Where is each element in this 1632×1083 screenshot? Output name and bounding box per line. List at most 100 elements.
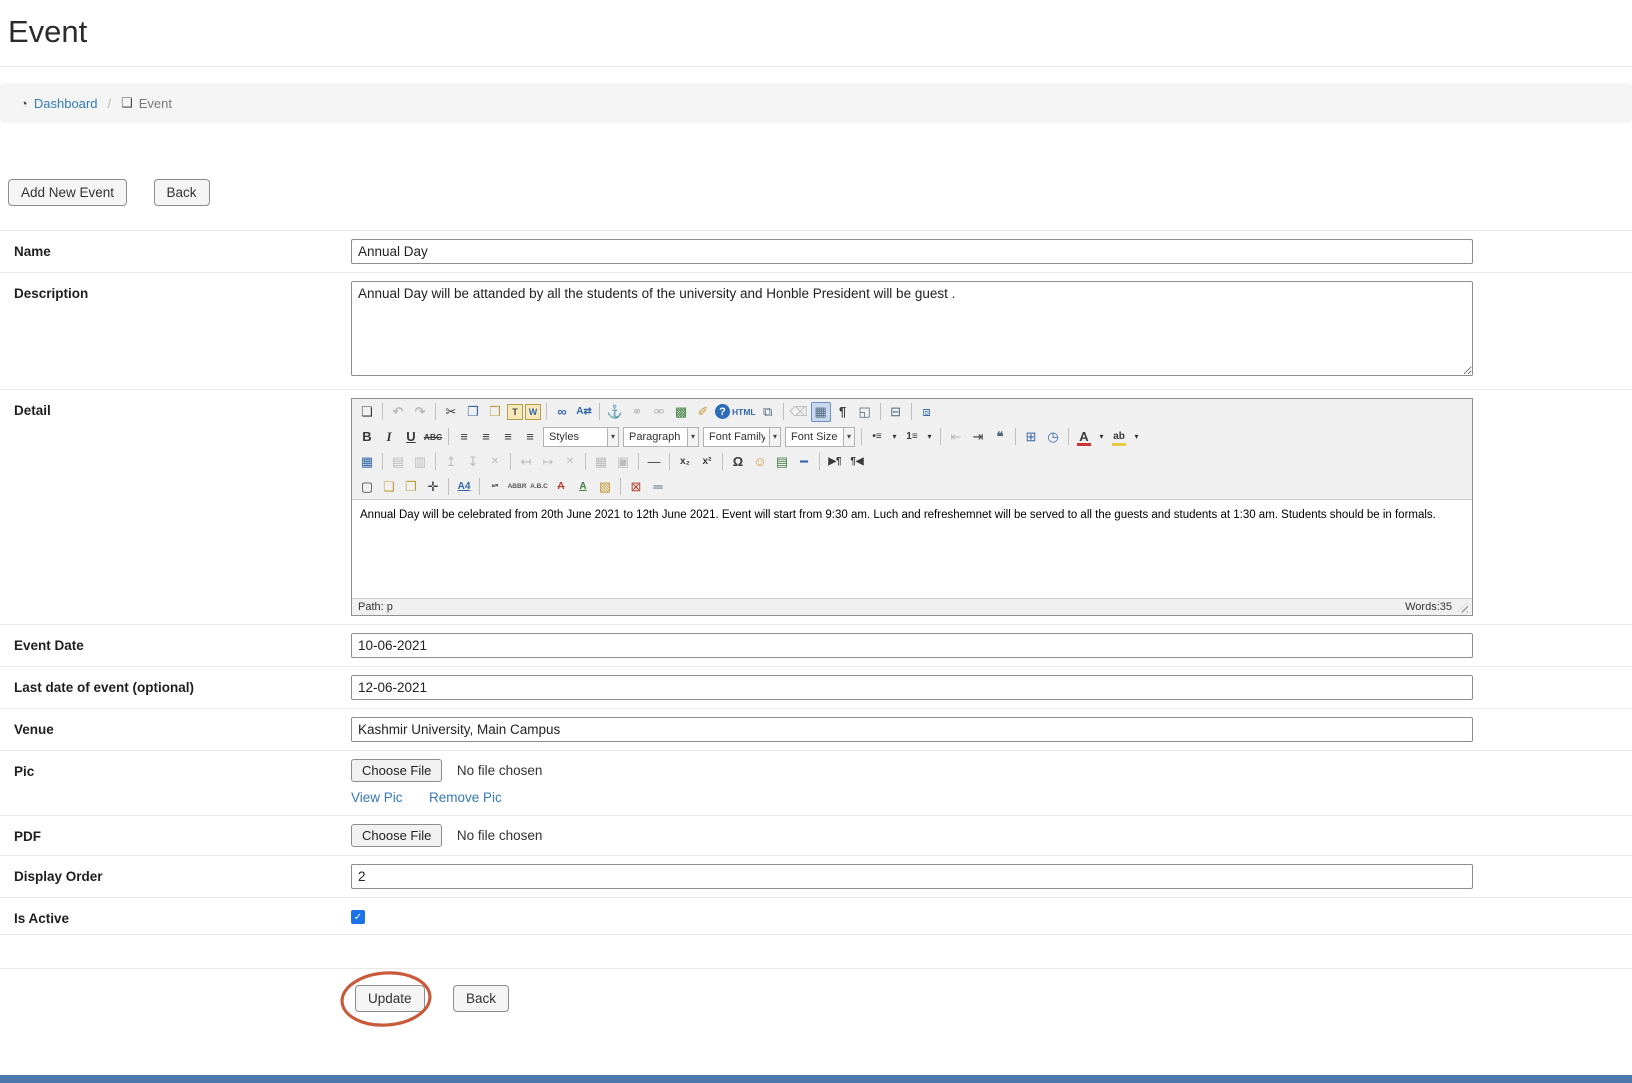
move-forward-icon[interactable]: ❏ (379, 477, 399, 497)
insert-table-icon[interactable]: ▦ (357, 452, 377, 472)
print-icon[interactable]: ⊟ (886, 402, 906, 422)
superscript-icon[interactable]: x² (697, 452, 717, 472)
paste-from-word-icon[interactable]: W (525, 404, 541, 420)
insert-layer-icon[interactable]: ▢ (357, 477, 377, 497)
link-icon[interactable]: ⚭ (627, 402, 647, 422)
fullscreen-icon[interactable]: ⧈ (917, 402, 937, 422)
move-backward-icon[interactable]: ❐ (401, 477, 421, 497)
insert-time-icon[interactable]: ◷ (1043, 427, 1063, 447)
merge-cells-icon[interactable]: ▣ (613, 452, 633, 472)
redo-icon[interactable]: ↷ (410, 402, 430, 422)
help-icon[interactable]: ? (715, 404, 730, 419)
subscript-icon[interactable]: x₂ (675, 452, 695, 472)
abbreviation-icon[interactable]: ABBR (507, 477, 527, 497)
image-icon[interactable]: ▩ (671, 402, 691, 422)
display-order-input[interactable] (351, 864, 1473, 889)
bullet-list-icon[interactable]: •≡ (867, 427, 887, 447)
back-button-bottom[interactable]: Back (453, 985, 509, 1012)
is-active-checkbox[interactable]: ✓ (351, 910, 365, 924)
deleted-text-icon[interactable]: A (551, 477, 571, 497)
venue-input[interactable] (351, 717, 1473, 742)
bullet-list-arrow-icon[interactable]: ▾ (889, 427, 900, 447)
back-button-top[interactable]: Back (154, 179, 210, 206)
pdf-choose-file-button[interactable]: Choose File (351, 824, 442, 847)
description-textarea[interactable]: Annual Day will be attanded by all the s… (351, 281, 1473, 376)
copy-icon[interactable]: ❐ (463, 402, 483, 422)
align-center-icon[interactable]: ≡ (476, 427, 496, 447)
eraser-icon[interactable]: ⌫ (789, 402, 809, 422)
preview-icon[interactable]: ⧉ (758, 402, 778, 422)
rtl-direction-icon[interactable]: ¶◀ (847, 452, 867, 472)
name-input[interactable] (351, 239, 1473, 264)
page-preview-icon[interactable]: ◱ (855, 402, 875, 422)
underline-icon[interactable]: U (401, 427, 421, 447)
inserted-text-icon[interactable]: A (573, 477, 593, 497)
absolute-position-icon[interactable]: ✛ (423, 477, 443, 497)
highlight-color-icon[interactable]: ab (1109, 427, 1129, 447)
text-color-icon[interactable]: A (1074, 427, 1094, 447)
bold-icon[interactable]: B (357, 427, 377, 447)
paragraph-format-select[interactable]: Paragraph▾ (623, 427, 699, 447)
media-icon[interactable]: ▤ (772, 452, 792, 472)
paste-icon[interactable]: ❒ (485, 402, 505, 422)
numbered-list-arrow-icon[interactable]: ▾ (924, 427, 935, 447)
undo-icon[interactable]: ↶ (388, 402, 408, 422)
italic-icon[interactable]: I (379, 427, 399, 447)
align-left-icon[interactable]: ≡ (454, 427, 474, 447)
indent-icon[interactable]: ⇥ (968, 427, 988, 447)
update-button[interactable]: Update (355, 985, 425, 1012)
page-break-icon[interactable]: ═ (648, 477, 668, 497)
last-date-input[interactable] (351, 675, 1473, 700)
cut-icon[interactable]: ✂ (441, 402, 461, 422)
insert-date-icon[interactable]: ⊞ (1021, 427, 1041, 447)
breadcrumb-dashboard-link[interactable]: Dashboard (34, 96, 98, 111)
ltr-direction-icon[interactable]: ▶¶ (825, 452, 845, 472)
event-date-input[interactable] (351, 633, 1473, 658)
html-source-icon[interactable]: HTML (732, 402, 756, 422)
insert-row-before-icon[interactable]: ↥ (441, 452, 461, 472)
font-family-select[interactable]: Font Family▾ (703, 427, 781, 447)
add-new-event-button[interactable]: Add New Event (8, 179, 127, 206)
styles-select[interactable]: Styles▾ (543, 427, 619, 447)
align-right-icon[interactable]: ≡ (498, 427, 518, 447)
insert-row-after-icon[interactable]: ↧ (463, 452, 483, 472)
resize-grip-icon[interactable] (1457, 602, 1468, 613)
visual-characters-icon[interactable]: ⊠ (626, 477, 646, 497)
paste-as-text-icon[interactable]: T (507, 404, 523, 420)
find-icon[interactable]: ∞ (552, 402, 572, 422)
acronym-icon[interactable]: A.B.C (529, 477, 549, 497)
emoticons-icon[interactable]: ☺ (750, 452, 770, 472)
horizontal-rule-icon[interactable]: — (644, 452, 664, 472)
advanced-hr-icon[interactable]: ━ (794, 452, 814, 472)
table-cell-properties-icon[interactable]: ▥ (410, 452, 430, 472)
split-cells-icon[interactable]: ▦ (591, 452, 611, 472)
anchor-icon[interactable]: ⚓ (605, 402, 625, 422)
cleanup-icon[interactable]: ✐ (693, 402, 713, 422)
special-character-icon[interactable]: Ω (728, 452, 748, 472)
table-row-properties-icon[interactable]: ▤ (388, 452, 408, 472)
strikethrough-icon[interactable]: ABC (423, 427, 443, 447)
new-document-icon[interactable]: ❏ (357, 402, 377, 422)
editor-content-area[interactable]: Annual Day will be celebrated from 20th … (352, 499, 1472, 598)
show-invisible-blocks-icon[interactable]: ¶ (833, 402, 853, 422)
font-size-select[interactable]: Font Size▾ (785, 427, 855, 447)
text-color-arrow-icon[interactable]: ▾ (1096, 427, 1107, 447)
cite-icon[interactable]: ❝❞ (485, 477, 505, 497)
numbered-list-icon[interactable]: 1≡ (902, 427, 922, 447)
insert-col-after-icon[interactable]: ↦ (538, 452, 558, 472)
unlink-icon[interactable]: ⚮ (649, 402, 669, 422)
remove-pic-link[interactable]: Remove Pic (429, 790, 502, 805)
blockquote-icon[interactable]: ❝ (990, 427, 1010, 447)
outdent-icon[interactable]: ⇤ (946, 427, 966, 447)
highlight-color-arrow-icon[interactable]: ▾ (1131, 427, 1142, 447)
view-pic-link[interactable]: View Pic (351, 790, 403, 805)
insert-col-before-icon[interactable]: ↤ (516, 452, 536, 472)
pic-choose-file-button[interactable]: Choose File (351, 759, 442, 782)
delete-col-icon[interactable]: ✕ (560, 452, 580, 472)
align-justify-icon[interactable]: ≡ (520, 427, 540, 447)
attributes-icon[interactable]: ▧ (595, 477, 615, 497)
visual-aid-icon[interactable]: ▦ (811, 402, 831, 422)
style-properties-icon[interactable]: A4 (454, 477, 474, 497)
delete-row-icon[interactable]: ✕ (485, 452, 505, 472)
find-replace-icon[interactable]: A⇄ (574, 402, 594, 422)
